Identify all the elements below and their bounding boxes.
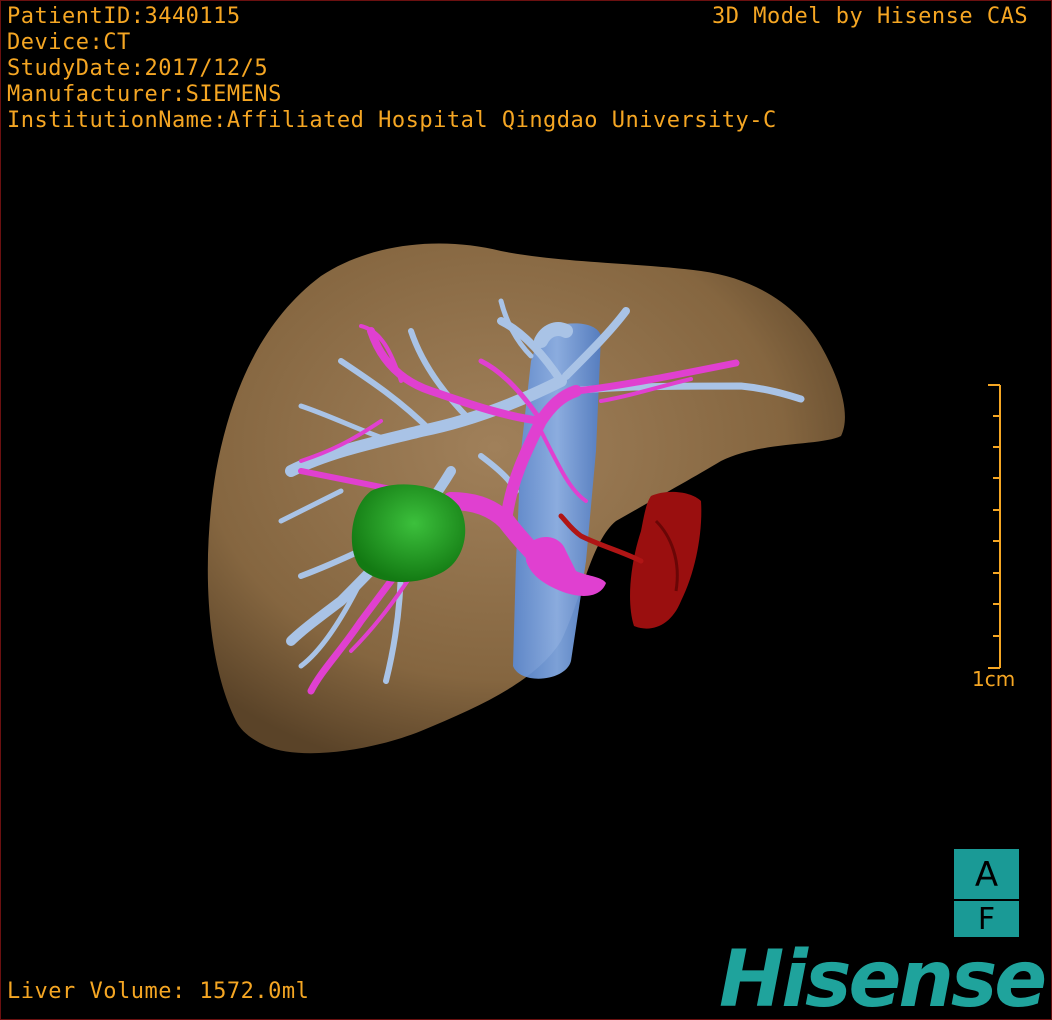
scale-label: 1cm [972, 667, 1016, 691]
patient-id-text: PatientID:3440115 [7, 4, 241, 29]
tumor [351, 484, 466, 583]
orientation-indicator[interactable]: A F [954, 849, 1019, 937]
manufacturer-text: Manufacturer:SIEMENS [7, 82, 282, 107]
liver-3d-model[interactable] [1, 1, 1051, 1019]
device-text: Device:CT [7, 30, 131, 55]
institution-text: InstitutionName:Affiliated Hospital Qing… [7, 108, 777, 133]
orientation-anterior[interactable]: A [954, 849, 1019, 899]
hisense-logo: Hisense [719, 935, 1047, 1020]
scale-bar [988, 384, 1001, 669]
study-date-text: StudyDate:2017/12/5 [7, 56, 269, 81]
orientation-foot[interactable]: F [954, 901, 1019, 937]
3d-viewport[interactable]: PatientID:3440115 Device:CT StudyDate:20… [0, 0, 1052, 1020]
liver-volume-text: Liver Volume: 1572.0ml [7, 979, 310, 1004]
model-credit-text: 3D Model by Hisense CAS [712, 4, 1029, 29]
